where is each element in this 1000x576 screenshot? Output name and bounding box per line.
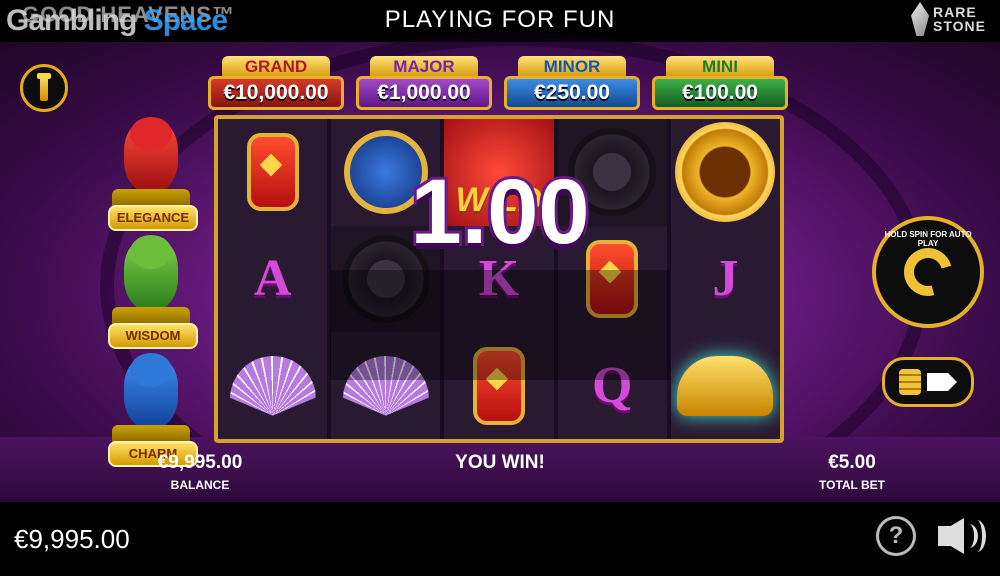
jackpot-name: MAJOR (370, 56, 478, 78)
coins-icon (899, 369, 921, 395)
info-icon (37, 73, 51, 101)
reel-cell-letter: A (218, 225, 328, 333)
jackpot-name: MINI (666, 56, 774, 78)
win-highlight (330, 270, 670, 380)
wild-label: WILD (455, 180, 543, 219)
spin-hint: HOLD SPIN FOR AUTO PLAY (884, 230, 972, 248)
jackpot-amount: €1,000.00 (356, 76, 492, 110)
play-mode-label: PLAYING FOR FUN (384, 6, 616, 33)
reel-cell-wild: WILD (444, 119, 554, 226)
jackpot-major: MAJOR €1,000.00 (356, 56, 492, 112)
jackpot-grand: GRAND €10,000.00 (208, 56, 344, 112)
info-button[interactable] (20, 64, 68, 112)
snake-label: WISDOM (108, 323, 198, 349)
jackpot-amount: €100.00 (652, 76, 788, 110)
gem-icon (911, 2, 930, 36)
snake-label: ELEGANCE (108, 205, 198, 231)
reel-cell-lantern (218, 119, 328, 226)
letter-symbol: J (712, 250, 739, 308)
jackpot-name: MINOR (518, 56, 626, 78)
jackpot-minor: MINOR €250.00 (504, 56, 640, 112)
provider-logo: RARE STONE (911, 2, 986, 36)
fan-icon (229, 355, 316, 416)
gold-ingot-icon (677, 355, 774, 416)
arrow-right-icon (927, 373, 957, 391)
lantern-icon (246, 133, 299, 212)
jackpot-panel: GRAND €10,000.00 MAJOR €1,000.00 MINOR €… (208, 56, 792, 112)
jackpot-amount: €250.00 (504, 76, 640, 110)
wild-symbol: WILD (444, 119, 554, 226)
bottom-bar (0, 502, 1000, 576)
bet-button[interactable] (882, 357, 974, 407)
brand-line-2: STONE (933, 18, 986, 34)
jackpot-name: GRAND (222, 56, 330, 78)
sound-button[interactable] (938, 518, 988, 554)
total-bet-stat: €5.00 TOTAL BET (800, 452, 904, 492)
letter-symbol: A (253, 250, 292, 308)
reel-cell-fan (218, 332, 328, 439)
spin-button[interactable]: HOLD SPIN FOR AUTO PLAY (872, 216, 984, 328)
feature-snakes: ELEGANCE WISDOM CHARM (108, 115, 198, 469)
spin-arrow-icon (895, 239, 961, 305)
balance-label: BALANCE (170, 478, 230, 492)
coin-icon (568, 128, 657, 217)
snake-elegance: ELEGANCE (108, 115, 198, 233)
reel-cell-gong (670, 119, 780, 226)
total-bet-value: €5.00 (828, 452, 876, 473)
jackpot-amount: €10,000.00 (208, 76, 344, 110)
drum-icon (343, 130, 428, 215)
brand-line-1: RARE (933, 4, 977, 20)
reel-cell-coin (557, 119, 667, 226)
reel-cell-drum (331, 119, 441, 226)
gong-icon (675, 122, 776, 223)
jackpot-mini: MINI €100.00 (652, 56, 788, 112)
footer-balance: €9,995.00 (14, 524, 130, 554)
reel-cell-letter: J (670, 225, 780, 333)
snake-wisdom: WISDOM (108, 233, 198, 351)
reel-cell-ingot (670, 332, 780, 439)
total-bet-label: TOTAL BET (819, 478, 885, 492)
help-button[interactable]: ? (876, 516, 916, 556)
